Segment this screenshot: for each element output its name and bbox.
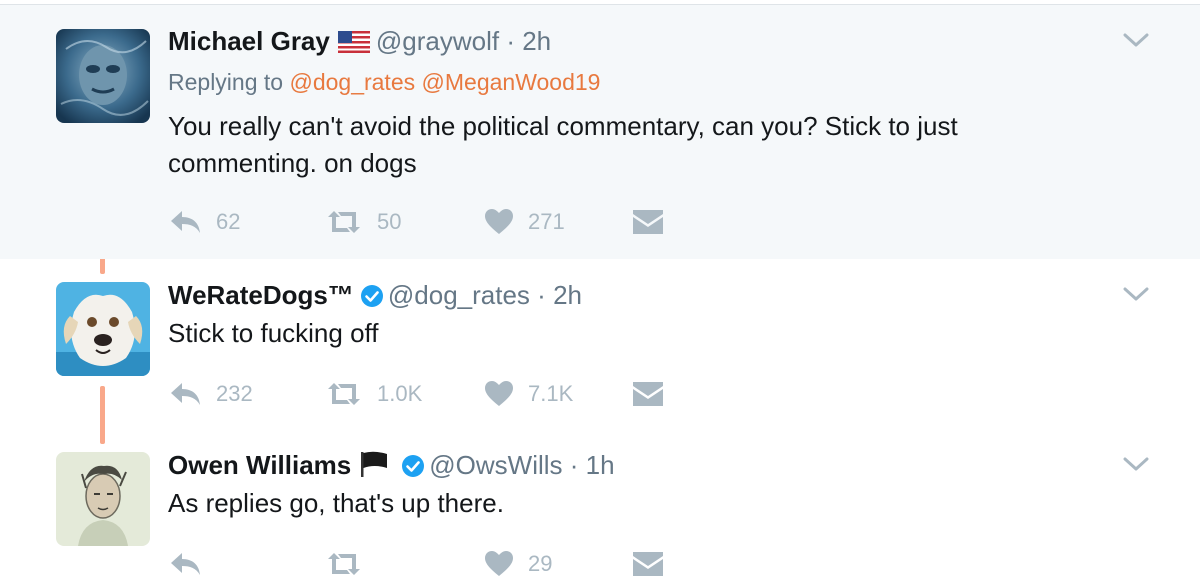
chevron-down-icon[interactable] [1123, 456, 1149, 472]
retweet-button[interactable]: 50 [325, 205, 401, 239]
avatar[interactable] [56, 452, 150, 546]
like-icon [484, 380, 514, 408]
like-button[interactable]: 7.1K [484, 377, 573, 411]
direct-message-button[interactable] [632, 377, 664, 411]
replying-to: Replying to @dog_rates @MeganWood19 [168, 69, 600, 96]
user-handle[interactable]: @OwsWills [429, 450, 562, 480]
tweet-text: As replies go, that's up there. [168, 488, 504, 518]
separator-dot: · [569, 450, 579, 480]
timestamp[interactable]: 2h [553, 280, 582, 310]
reply-count: 232 [216, 381, 253, 406]
black-flag-icon [359, 451, 389, 484]
retweet-button[interactable] [325, 547, 377, 581]
verified-badge-icon [401, 453, 425, 485]
us-flag-icon [337, 28, 370, 60]
reply-button[interactable]: 232 [168, 377, 253, 411]
user-handle[interactable]: @graywolf [376, 26, 499, 56]
retweet-button[interactable]: 1.0K [325, 377, 422, 411]
avatar-image [56, 29, 150, 123]
tweet-actions: 29 [168, 547, 688, 581]
tweet-text: You really can't avoid the political com… [168, 111, 958, 178]
avatar-image [56, 452, 150, 546]
user-handle[interactable]: @dog_rates [388, 280, 530, 310]
like-icon [484, 208, 514, 236]
like-icon [484, 550, 514, 578]
verified-badge-icon [360, 283, 384, 315]
direct-message-button[interactable] [632, 547, 664, 581]
display-name[interactable]: Owen Williams [168, 450, 351, 480]
retweet-icon [325, 208, 363, 236]
tweet-actions: 62 50 271 [168, 205, 688, 239]
reply-icon [168, 208, 202, 236]
avatar[interactable] [56, 282, 150, 376]
avatar-image [56, 282, 150, 376]
like-count: 29 [528, 551, 553, 576]
direct-message-button[interactable] [632, 205, 664, 239]
like-button[interactable]: 29 [484, 547, 552, 581]
retweet-icon [325, 550, 363, 578]
tweet-header: WeRateDogs™ @dog_rates · 2h [168, 279, 582, 315]
reply-button[interactable] [168, 547, 216, 581]
direct-message-icon [632, 550, 664, 578]
reply-count: 62 [216, 209, 241, 234]
like-count: 271 [528, 209, 565, 234]
avatar[interactable] [56, 29, 150, 123]
separator-dot: · [537, 280, 546, 310]
replying-label: Replying to [168, 69, 284, 95]
timestamp[interactable]: 2h [522, 26, 551, 56]
tweet-actions: 232 1.0K 7.1K [168, 377, 688, 411]
reply-button[interactable]: 62 [168, 205, 240, 239]
reply-icon [168, 380, 202, 408]
reply-icon [168, 550, 202, 578]
retweet-icon [325, 380, 363, 408]
chevron-down-icon[interactable] [1123, 286, 1149, 302]
like-count: 7.1K [528, 381, 574, 406]
retweet-count: 50 [377, 209, 402, 234]
tweet-owen-williams[interactable]: Owen Williams @OwsWills · 1h As replies … [0, 429, 1200, 586]
tweet-michael-gray[interactable]: Michael Gray @graywolf · 2h Replying to … [0, 5, 1200, 259]
display-name[interactable]: WeRateDogs™ [168, 280, 354, 310]
tweet-text: Stick to fucking off [168, 318, 379, 348]
tweet-header: Michael Gray @graywolf · 2h [168, 25, 551, 60]
display-name[interactable]: Michael Gray [168, 26, 330, 56]
mention-link[interactable]: @dog_rates [289, 69, 415, 95]
retweet-count: 1.0K [377, 381, 423, 406]
timestamp[interactable]: 1h [586, 450, 615, 480]
direct-message-icon [632, 208, 664, 236]
mention-link[interactable]: @MeganWood19 [422, 69, 601, 95]
separator-dot: · [506, 26, 515, 56]
tweet-weratedogs[interactable]: WeRateDogs™ @dog_rates · 2h Stick to fuck… [0, 259, 1200, 429]
tweet-header: Owen Williams @OwsWills · 1h [168, 449, 615, 485]
chevron-down-icon[interactable] [1123, 32, 1149, 48]
like-button[interactable]: 271 [484, 205, 565, 239]
direct-message-icon [632, 380, 664, 408]
